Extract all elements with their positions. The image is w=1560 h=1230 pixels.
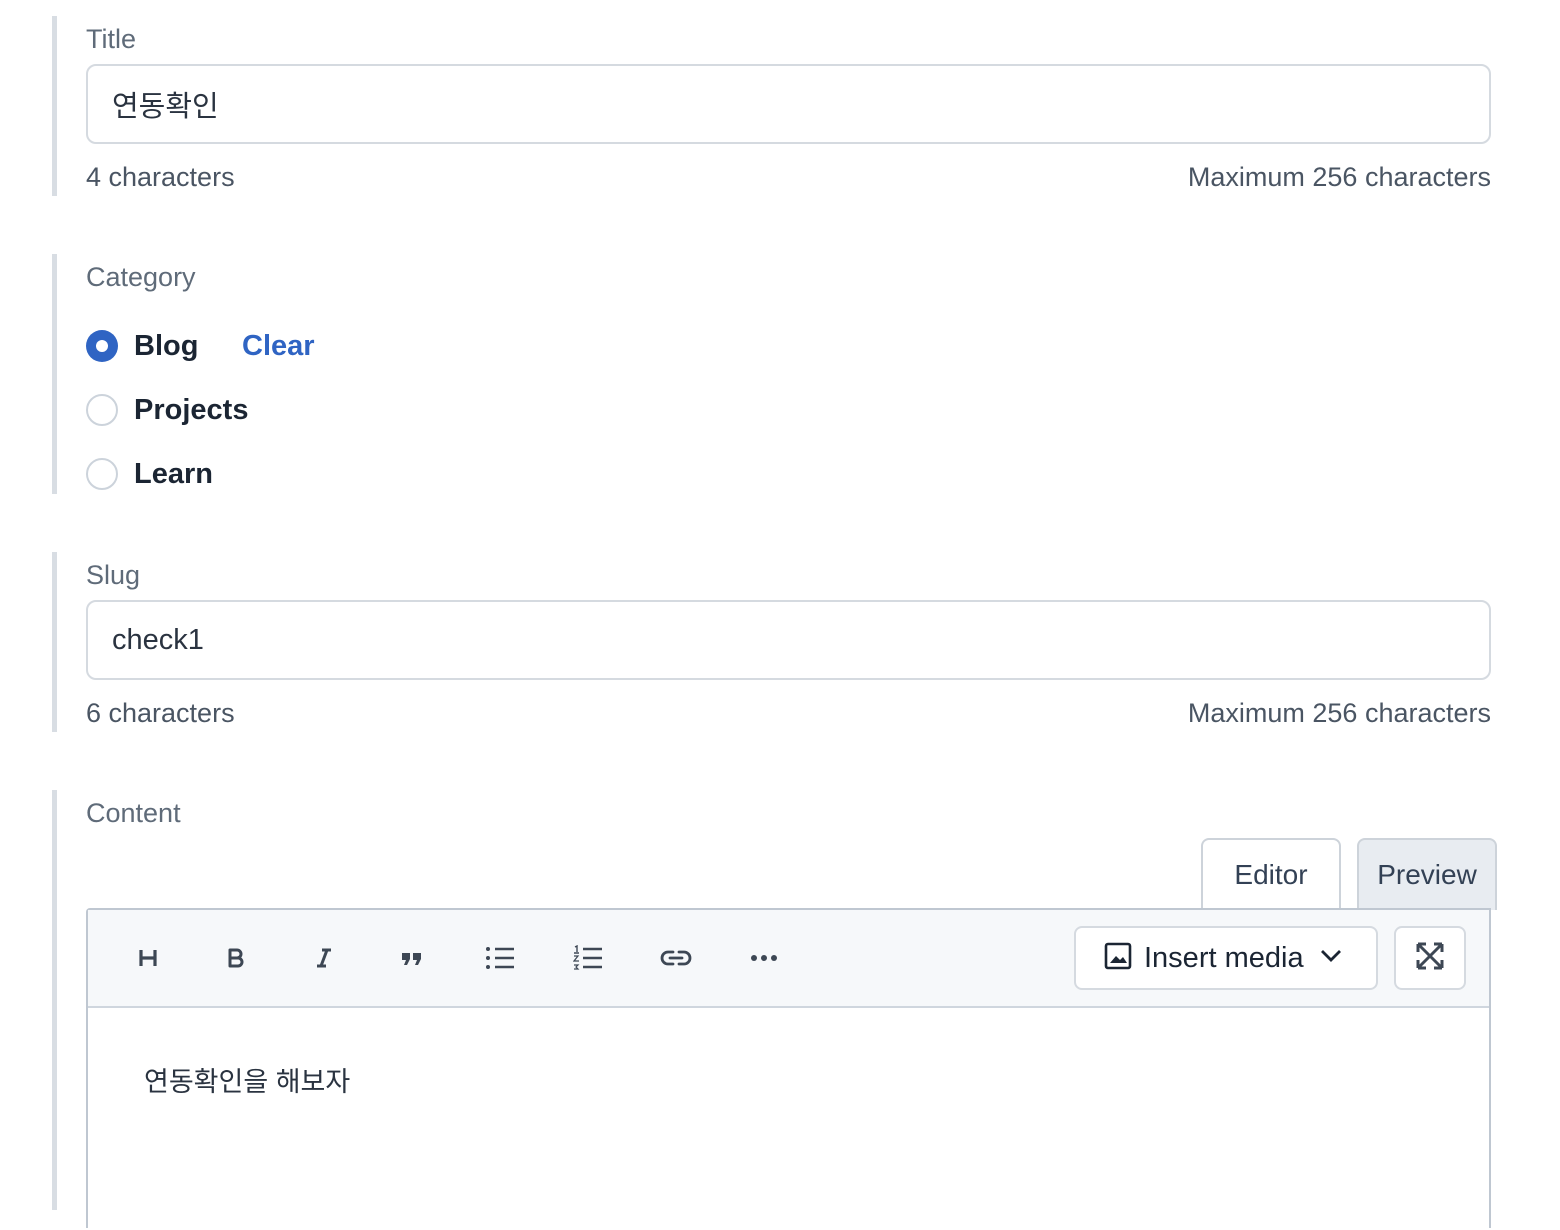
heading-icon[interactable] — [130, 940, 166, 976]
insert-media-label: Insert media — [1144, 941, 1304, 974]
bold-icon[interactable] — [218, 940, 254, 976]
radio-learn[interactable]: Learn — [86, 454, 213, 494]
radio-blog-label: Blog — [134, 329, 199, 362]
tab-editor[interactable]: Editor — [1201, 838, 1341, 910]
category-label: Category — [86, 262, 196, 292]
slug-char-count: 6 characters — [86, 698, 235, 728]
radio-projects[interactable]: Projects — [86, 390, 248, 430]
fullscreen-button[interactable] — [1394, 926, 1466, 990]
insert-media-button[interactable]: Insert media — [1074, 926, 1378, 990]
slug-max-chars: Maximum 256 characters — [1187, 698, 1491, 728]
content-label: Content — [86, 798, 181, 828]
chevron-down-icon — [1320, 949, 1342, 968]
image-icon — [1104, 942, 1132, 975]
title-input[interactable]: 연동확인 — [86, 64, 1491, 144]
quote-icon[interactable] — [394, 940, 430, 976]
radio-learn-label: Learn — [134, 457, 213, 490]
content-field: Content Editor Preview Insert media 연동확인… — [52, 790, 1497, 1230]
markdown-editor: Insert media 연동확인을 해보자 — [86, 908, 1491, 1230]
expand-icon — [1416, 942, 1444, 975]
title-field: Title 연동확인 4 characters Maximum 256 char… — [52, 16, 1491, 196]
editor-toolbar: Insert media — [88, 910, 1489, 1008]
italic-icon[interactable] — [306, 940, 342, 976]
title-char-count: 4 characters — [86, 162, 235, 192]
category-field: Category Blog Clear Projects Learn — [52, 254, 315, 494]
radio-blog[interactable]: Blog — [86, 326, 198, 366]
more-icon[interactable] — [746, 940, 782, 976]
radio-learn-indicator[interactable] — [86, 458, 118, 490]
clear-link[interactable]: Clear — [242, 330, 315, 363]
tab-preview[interactable]: Preview — [1357, 838, 1497, 910]
radio-projects-label: Projects — [134, 393, 249, 426]
link-icon[interactable] — [658, 940, 694, 976]
editor-content[interactable]: 연동확인을 해보자 — [88, 1008, 1489, 1230]
slug-field: Slug check1 6 characters Maximum 256 cha… — [52, 552, 1491, 732]
radio-blog-indicator[interactable] — [86, 330, 118, 362]
slug-input[interactable]: check1 — [86, 600, 1491, 680]
title-max-chars: Maximum 256 characters — [1187, 162, 1491, 192]
radio-projects-indicator[interactable] — [86, 394, 118, 426]
slug-meta: 6 characters Maximum 256 characters — [86, 698, 1491, 729]
bullet-list-icon[interactable] — [482, 940, 518, 976]
slug-label: Slug — [86, 560, 141, 590]
title-label: Title — [86, 24, 137, 54]
title-meta: 4 characters Maximum 256 characters — [86, 162, 1491, 193]
numbered-list-icon[interactable] — [570, 940, 606, 976]
